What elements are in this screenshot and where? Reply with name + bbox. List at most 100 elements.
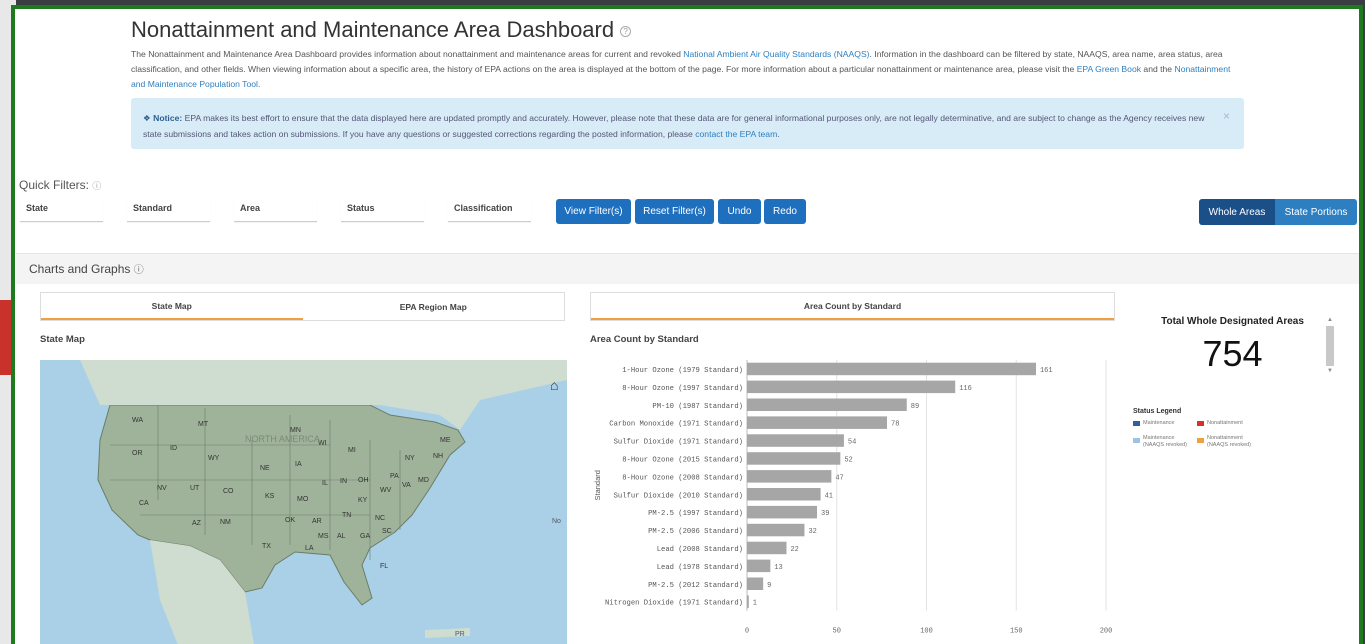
contact-epa-link[interactable]: contact the EPA team xyxy=(695,129,777,139)
redo-button[interactable]: Redo xyxy=(764,199,806,224)
map-label-il: IL xyxy=(322,480,328,487)
map-label-wy: WY xyxy=(208,455,220,462)
map-label-ar: AR xyxy=(312,518,322,525)
green-book-link[interactable]: EPA Green Book xyxy=(1077,64,1141,74)
whole-areas-toggle[interactable]: Whole Areas xyxy=(1199,199,1275,225)
scroll-up-icon[interactable]: ▲ xyxy=(1325,317,1335,324)
category-label: 8-Hour Ozone (1997 Standard) xyxy=(622,385,743,393)
reset-filters-button[interactable]: Reset Filter(s) xyxy=(635,199,714,224)
map-label-pr: PR xyxy=(455,631,465,638)
close-notice-icon[interactable]: × xyxy=(1223,108,1230,124)
view-filters-button[interactable]: View Filter(s) xyxy=(556,199,631,224)
scroll-down-icon[interactable]: ▼ xyxy=(1325,368,1335,375)
legend-swatch-maintenance xyxy=(1133,421,1140,426)
bar xyxy=(747,523,805,537)
legend-label-nonattainment-revoked: Nonattainment (NAAQS revoked) xyxy=(1207,435,1252,448)
map-label-no: No xyxy=(552,518,561,525)
data-label: 54 xyxy=(848,439,856,447)
kpi-value: 754 xyxy=(1202,333,1263,374)
map-label-nc: NC xyxy=(375,515,385,522)
legend-label-maintenance-revoked: Maintenance (NAAQS revoked) xyxy=(1143,435,1188,448)
map-label-or: OR xyxy=(132,450,143,457)
map-label-oh: OH xyxy=(358,477,369,484)
map-label-az: AZ xyxy=(192,520,202,527)
bar xyxy=(747,541,787,555)
data-label: 52 xyxy=(844,456,852,464)
chart-subtitle: Area Count by Standard xyxy=(590,334,699,345)
map-label-ks: KS xyxy=(265,493,275,500)
data-label: 9 xyxy=(767,582,771,590)
data-label: 1 xyxy=(753,600,757,608)
map-label-va: VA xyxy=(402,482,411,489)
map-label-la: LA xyxy=(305,545,314,552)
x-tick-label: 200 xyxy=(1100,628,1113,636)
legend-label-nonattainment: Nonattainment xyxy=(1207,420,1243,426)
help-icon[interactable]: ⓘ xyxy=(92,181,101,191)
state-portions-toggle[interactable]: State Portions xyxy=(1275,199,1357,225)
map-label-sc: SC xyxy=(382,528,392,535)
tab-area-count[interactable]: Area Count by Standard xyxy=(591,293,1114,320)
bar xyxy=(747,452,841,465)
bar xyxy=(747,595,749,608)
data-label: 39 xyxy=(821,510,829,518)
map-label-id: ID xyxy=(170,445,177,452)
map-label-ca: CA xyxy=(139,500,149,507)
map-label-mn: MN xyxy=(290,427,301,434)
kpi-title: Total Whole Designated Areas xyxy=(1161,316,1304,327)
kpi-scrollbar[interactable]: ▲ ▼ xyxy=(1325,317,1335,377)
area-count-chart: 0 50 100 150 200 1-Hour Ozone (1979 Standard)… xyxy=(593,360,1113,636)
standard-filter[interactable]: Standard xyxy=(127,199,210,222)
x-tick-label: 150 xyxy=(1010,628,1023,636)
status-filter[interactable]: Status xyxy=(341,199,424,222)
map-label-tx: TX xyxy=(262,543,271,550)
naaqs-link[interactable]: National Ambient Air Quality Standards (… xyxy=(683,49,869,59)
category-label: Lead (2008 Standard) xyxy=(657,546,743,554)
y-axis-label: Standard xyxy=(593,470,602,500)
chart-tabs: Area Count by Standard xyxy=(590,292,1115,321)
x-tick-label: 50 xyxy=(833,628,841,636)
bar xyxy=(747,470,832,483)
state-filter[interactable]: State xyxy=(20,199,103,222)
category-label: PM-10 (1987 Standard) xyxy=(652,403,743,411)
map-label-ok: OK xyxy=(285,517,295,524)
data-label: 161 xyxy=(1040,367,1053,375)
legend-swatch-maintenance-revoked xyxy=(1133,438,1140,443)
category-label: 8-Hour Ozone (2015 Standard) xyxy=(622,456,743,464)
quick-filters-label: Quick Filters: ⓘ xyxy=(19,178,102,192)
bar xyxy=(747,416,888,429)
data-label: 41 xyxy=(825,492,833,500)
state-map[interactable]: WA MT OR ID WY NE IA MN WI MI NY ME NH PA NV UT CO KS MO IL… xyxy=(40,360,567,644)
category-label: Sulfur Dioxide (2010 Standard) xyxy=(614,492,743,500)
map-label-tn: TN xyxy=(342,512,351,519)
x-tick-label: 100 xyxy=(920,628,933,636)
category-label: Lead (1978 Standard) xyxy=(657,564,743,572)
page-title: Nonattainment and Maintenance Area Dashb… xyxy=(131,17,632,43)
map-label-ne: NE xyxy=(260,465,270,472)
intro-paragraph: The Nonattainment and Maintenance Area D… xyxy=(131,49,1231,89)
map-label-wv: WV xyxy=(380,487,392,494)
charts-section-title: Charts and Graphs ⓘ xyxy=(29,262,144,276)
notice-banner: ❖ Notice: EPA makes its best effort to e… xyxy=(131,98,1244,149)
tab-epa-region-map[interactable]: EPA Region Map xyxy=(303,293,565,320)
category-label: 8-Hour Ozone (2008 Standard) xyxy=(622,474,743,482)
help-icon[interactable]: ⓘ xyxy=(134,265,144,276)
area-filter[interactable]: Area xyxy=(234,199,317,222)
map-label-al: AL xyxy=(337,533,346,540)
map-label-mi: MI xyxy=(348,447,356,454)
legend-label-maintenance: Maintenance xyxy=(1143,420,1175,426)
data-label: 116 xyxy=(959,385,972,393)
data-label: 78 xyxy=(891,421,899,429)
undo-button[interactable]: Undo xyxy=(718,199,761,224)
notice-label: Notice: xyxy=(153,113,183,123)
classification-filter[interactable]: Classification xyxy=(448,199,531,222)
tab-state-map[interactable]: State Map xyxy=(41,293,303,320)
map-label-nm: NM xyxy=(220,519,231,526)
bar xyxy=(747,505,818,519)
help-icon[interactable]: ? xyxy=(620,25,632,37)
map-label-nh: NH xyxy=(433,453,443,460)
scroll-thumb[interactable] xyxy=(1326,326,1334,366)
area-mode-toggle: Whole Areas State Portions xyxy=(1199,199,1357,225)
x-tick-label: 0 xyxy=(745,628,749,636)
bar xyxy=(747,380,956,394)
info-icon: ❖ xyxy=(143,113,151,123)
